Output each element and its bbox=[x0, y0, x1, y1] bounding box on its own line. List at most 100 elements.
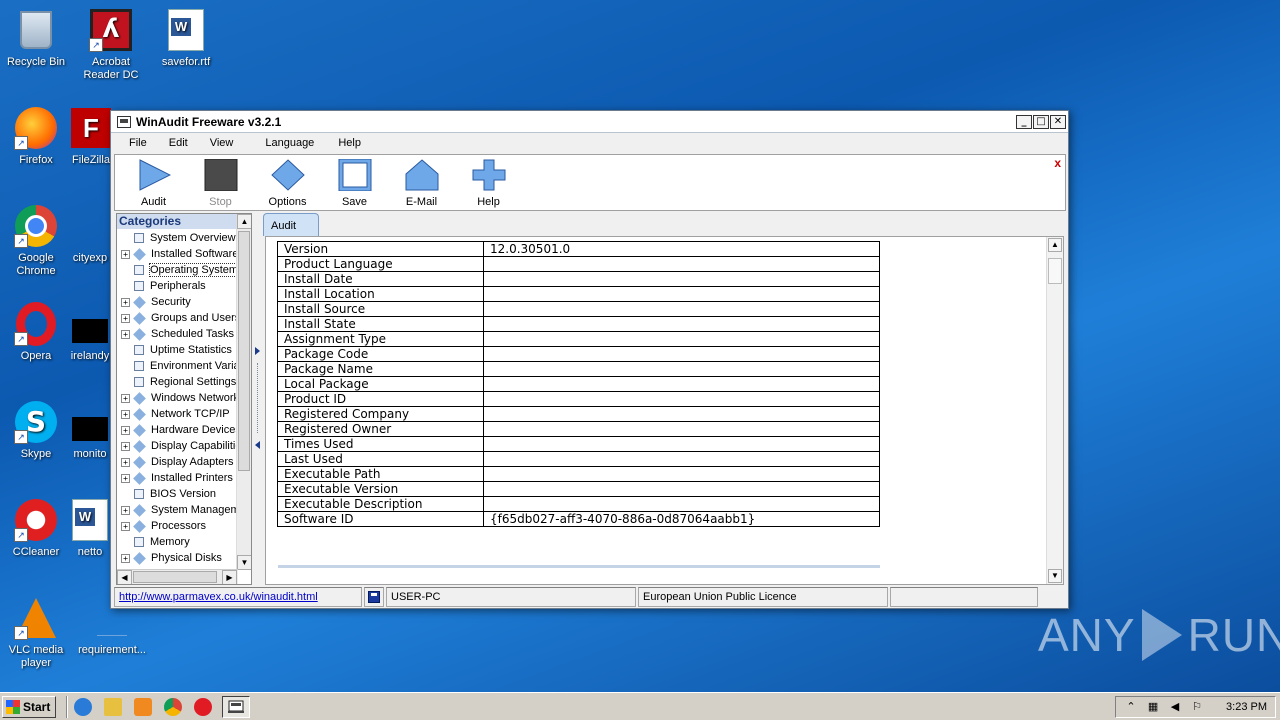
desktop-icon-label: VLC media player bbox=[8, 644, 64, 669]
stop-button[interactable]: Stop bbox=[187, 155, 254, 208]
website-link[interactable]: http://www.parmavex.co.uk/winaudit.html bbox=[119, 591, 318, 603]
category-item[interactable]: Operating System bbox=[117, 262, 238, 278]
desktop-icon-monito[interactable]: monito bbox=[66, 400, 114, 461]
category-item[interactable]: Uptime Statistics bbox=[117, 342, 238, 358]
taskbar-winaudit[interactable] bbox=[222, 695, 251, 718]
file-explorer-icon[interactable] bbox=[104, 697, 123, 716]
desktop-icon-savefor[interactable]: W savefor.rtf bbox=[148, 8, 224, 69]
scroll-thumb[interactable] bbox=[133, 571, 217, 583]
media-player-icon[interactable] bbox=[134, 697, 153, 716]
action-center-flag-icon[interactable]: ⚐ bbox=[1190, 700, 1204, 714]
desktop-icon-firefox[interactable]: ↗ Firefox bbox=[0, 106, 74, 167]
menu-view[interactable]: View bbox=[200, 137, 246, 149]
desktop-icon-chrome[interactable]: ↗ Google Chrome bbox=[0, 204, 74, 278]
expand-plus-icon[interactable]: + bbox=[121, 313, 130, 323]
scroll-up-arrow-icon[interactable]: ▲ bbox=[1048, 238, 1062, 252]
expand-plus-icon[interactable]: + bbox=[121, 329, 130, 339]
desktop-icon-filezilla[interactable]: F FileZilla bbox=[66, 106, 116, 167]
menu-file[interactable]: File bbox=[119, 137, 159, 149]
show-hidden-icons-icon[interactable]: ⌃ bbox=[1124, 700, 1138, 714]
scroll-right-arrow-icon[interactable]: ▶ bbox=[222, 570, 237, 584]
floppy-disk-icon bbox=[368, 591, 380, 603]
save-button[interactable]: Save bbox=[321, 155, 388, 208]
category-item[interactable]: + Processors bbox=[117, 518, 238, 534]
category-item[interactable]: + Security bbox=[117, 294, 238, 310]
expand-plus-icon[interactable]: + bbox=[121, 425, 130, 435]
expand-plus-icon[interactable]: + bbox=[121, 393, 130, 403]
internet-explorer-icon[interactable] bbox=[74, 697, 93, 716]
desktop-icon-netto[interactable]: W netto bbox=[66, 498, 114, 559]
desktop-icon-cityexp[interactable]: cityexp bbox=[66, 204, 114, 265]
opera-icon[interactable] bbox=[194, 697, 213, 716]
close-button[interactable]: ✕ bbox=[1050, 114, 1066, 129]
category-item[interactable]: Peripherals bbox=[117, 278, 238, 294]
category-item[interactable]: + Display Adapters bbox=[117, 454, 238, 470]
word-document-icon: W bbox=[168, 9, 204, 51]
minimize-button[interactable]: _ bbox=[1016, 114, 1032, 129]
network-icon[interactable]: ▦ bbox=[1146, 700, 1160, 714]
scroll-down-arrow-icon[interactable]: ▼ bbox=[237, 555, 251, 570]
expand-right-icon[interactable] bbox=[255, 347, 260, 355]
email-button[interactable]: E-Mail bbox=[388, 155, 455, 208]
category-item[interactable]: + Display Capabilities bbox=[117, 438, 238, 454]
scroll-down-arrow-icon[interactable]: ▼ bbox=[1048, 569, 1062, 583]
category-item[interactable]: + Hardware Devices bbox=[117, 422, 238, 438]
expand-plus-icon[interactable]: + bbox=[121, 409, 130, 419]
expand-plus-icon[interactable]: + bbox=[121, 521, 130, 531]
desktop-icon-opera[interactable]: ↗ Opera bbox=[0, 302, 74, 363]
category-item[interactable]: + System Management bbox=[117, 502, 238, 518]
status-url[interactable]: http://www.parmavex.co.uk/winaudit.html bbox=[114, 587, 362, 607]
expand-plus-icon[interactable]: + bbox=[121, 553, 130, 563]
panel-splitter[interactable] bbox=[253, 213, 263, 585]
menu-help[interactable]: Help bbox=[326, 137, 373, 149]
report-vertical-scrollbar[interactable]: ▲ ▼ bbox=[1046, 237, 1063, 584]
plus-icon bbox=[471, 158, 507, 192]
category-item[interactable]: Environment Variables bbox=[117, 358, 238, 374]
desktop-icon-recycle-bin[interactable]: Recycle Bin bbox=[0, 8, 74, 69]
help-button[interactable]: Help bbox=[455, 155, 522, 208]
expand-plus-icon[interactable]: + bbox=[121, 249, 130, 259]
toolbar-close-button[interactable]: x bbox=[1054, 156, 1061, 170]
category-item[interactable]: + Installed Printers bbox=[117, 470, 238, 486]
scroll-up-arrow-icon[interactable]: ▲ bbox=[237, 214, 251, 229]
expand-plus-icon[interactable]: + bbox=[121, 441, 130, 451]
menu-edit[interactable]: Edit bbox=[159, 137, 200, 149]
expand-plus-icon[interactable]: + bbox=[121, 457, 130, 467]
desktop-icon-irelandy[interactable]: irelandy bbox=[66, 302, 114, 363]
desktop-icon-acrobat[interactable]: ʎ ↗ Acrobat Reader DC bbox=[73, 8, 149, 82]
expand-plus-icon[interactable]: + bbox=[121, 297, 130, 307]
start-button[interactable]: Start bbox=[2, 695, 57, 718]
category-item[interactable]: + Scheduled Tasks bbox=[117, 326, 238, 342]
category-item[interactable]: + Groups and Users bbox=[117, 310, 238, 326]
maximize-button[interactable]: □ bbox=[1033, 114, 1049, 129]
title-bar[interactable]: WinAudit Freeware v3.2.1 _ □ ✕ bbox=[111, 111, 1068, 133]
desktop-icon-skype[interactable]: S ↗ Skype bbox=[0, 400, 74, 461]
collapse-left-icon[interactable] bbox=[255, 441, 260, 449]
categories-horizontal-scrollbar[interactable]: ◀ ▶ bbox=[117, 569, 238, 584]
category-item[interactable]: System Overview bbox=[117, 230, 238, 246]
desktop-icon-vlc[interactable]: ↗ VLC media player bbox=[0, 596, 74, 670]
expand-plus-icon[interactable]: + bbox=[121, 505, 130, 515]
category-item[interactable]: BIOS Version bbox=[117, 486, 238, 502]
clock[interactable]: 3:23 PM bbox=[1226, 701, 1267, 713]
expand-plus-icon[interactable]: + bbox=[121, 473, 130, 483]
scroll-left-arrow-icon[interactable]: ◀ bbox=[117, 570, 132, 584]
categories-vertical-scrollbar[interactable]: ▲ ▼ bbox=[236, 214, 251, 570]
category-item[interactable]: Memory bbox=[117, 534, 238, 550]
volume-icon[interactable]: ◀ bbox=[1168, 700, 1182, 714]
category-item[interactable]: + Windows Network bbox=[117, 390, 238, 406]
menu-language[interactable]: Language bbox=[245, 137, 326, 149]
category-item[interactable]: + Installed Software bbox=[117, 246, 238, 262]
scroll-thumb[interactable] bbox=[1048, 258, 1062, 284]
tab-audit[interactable]: Audit bbox=[263, 213, 319, 236]
word-document-icon: W bbox=[72, 499, 108, 541]
chrome-icon[interactable] bbox=[164, 697, 183, 716]
page-icon bbox=[134, 489, 144, 499]
desktop-icon-ccleaner[interactable]: ↗ CCleaner bbox=[0, 498, 74, 559]
category-item[interactable]: Regional Settings bbox=[117, 374, 238, 390]
options-button[interactable]: Options bbox=[254, 155, 321, 208]
category-item[interactable]: + Physical Disks bbox=[117, 550, 238, 566]
scroll-thumb[interactable] bbox=[238, 231, 250, 471]
audit-button[interactable]: Audit bbox=[120, 155, 187, 208]
category-item[interactable]: + Network TCP/IP bbox=[117, 406, 238, 422]
